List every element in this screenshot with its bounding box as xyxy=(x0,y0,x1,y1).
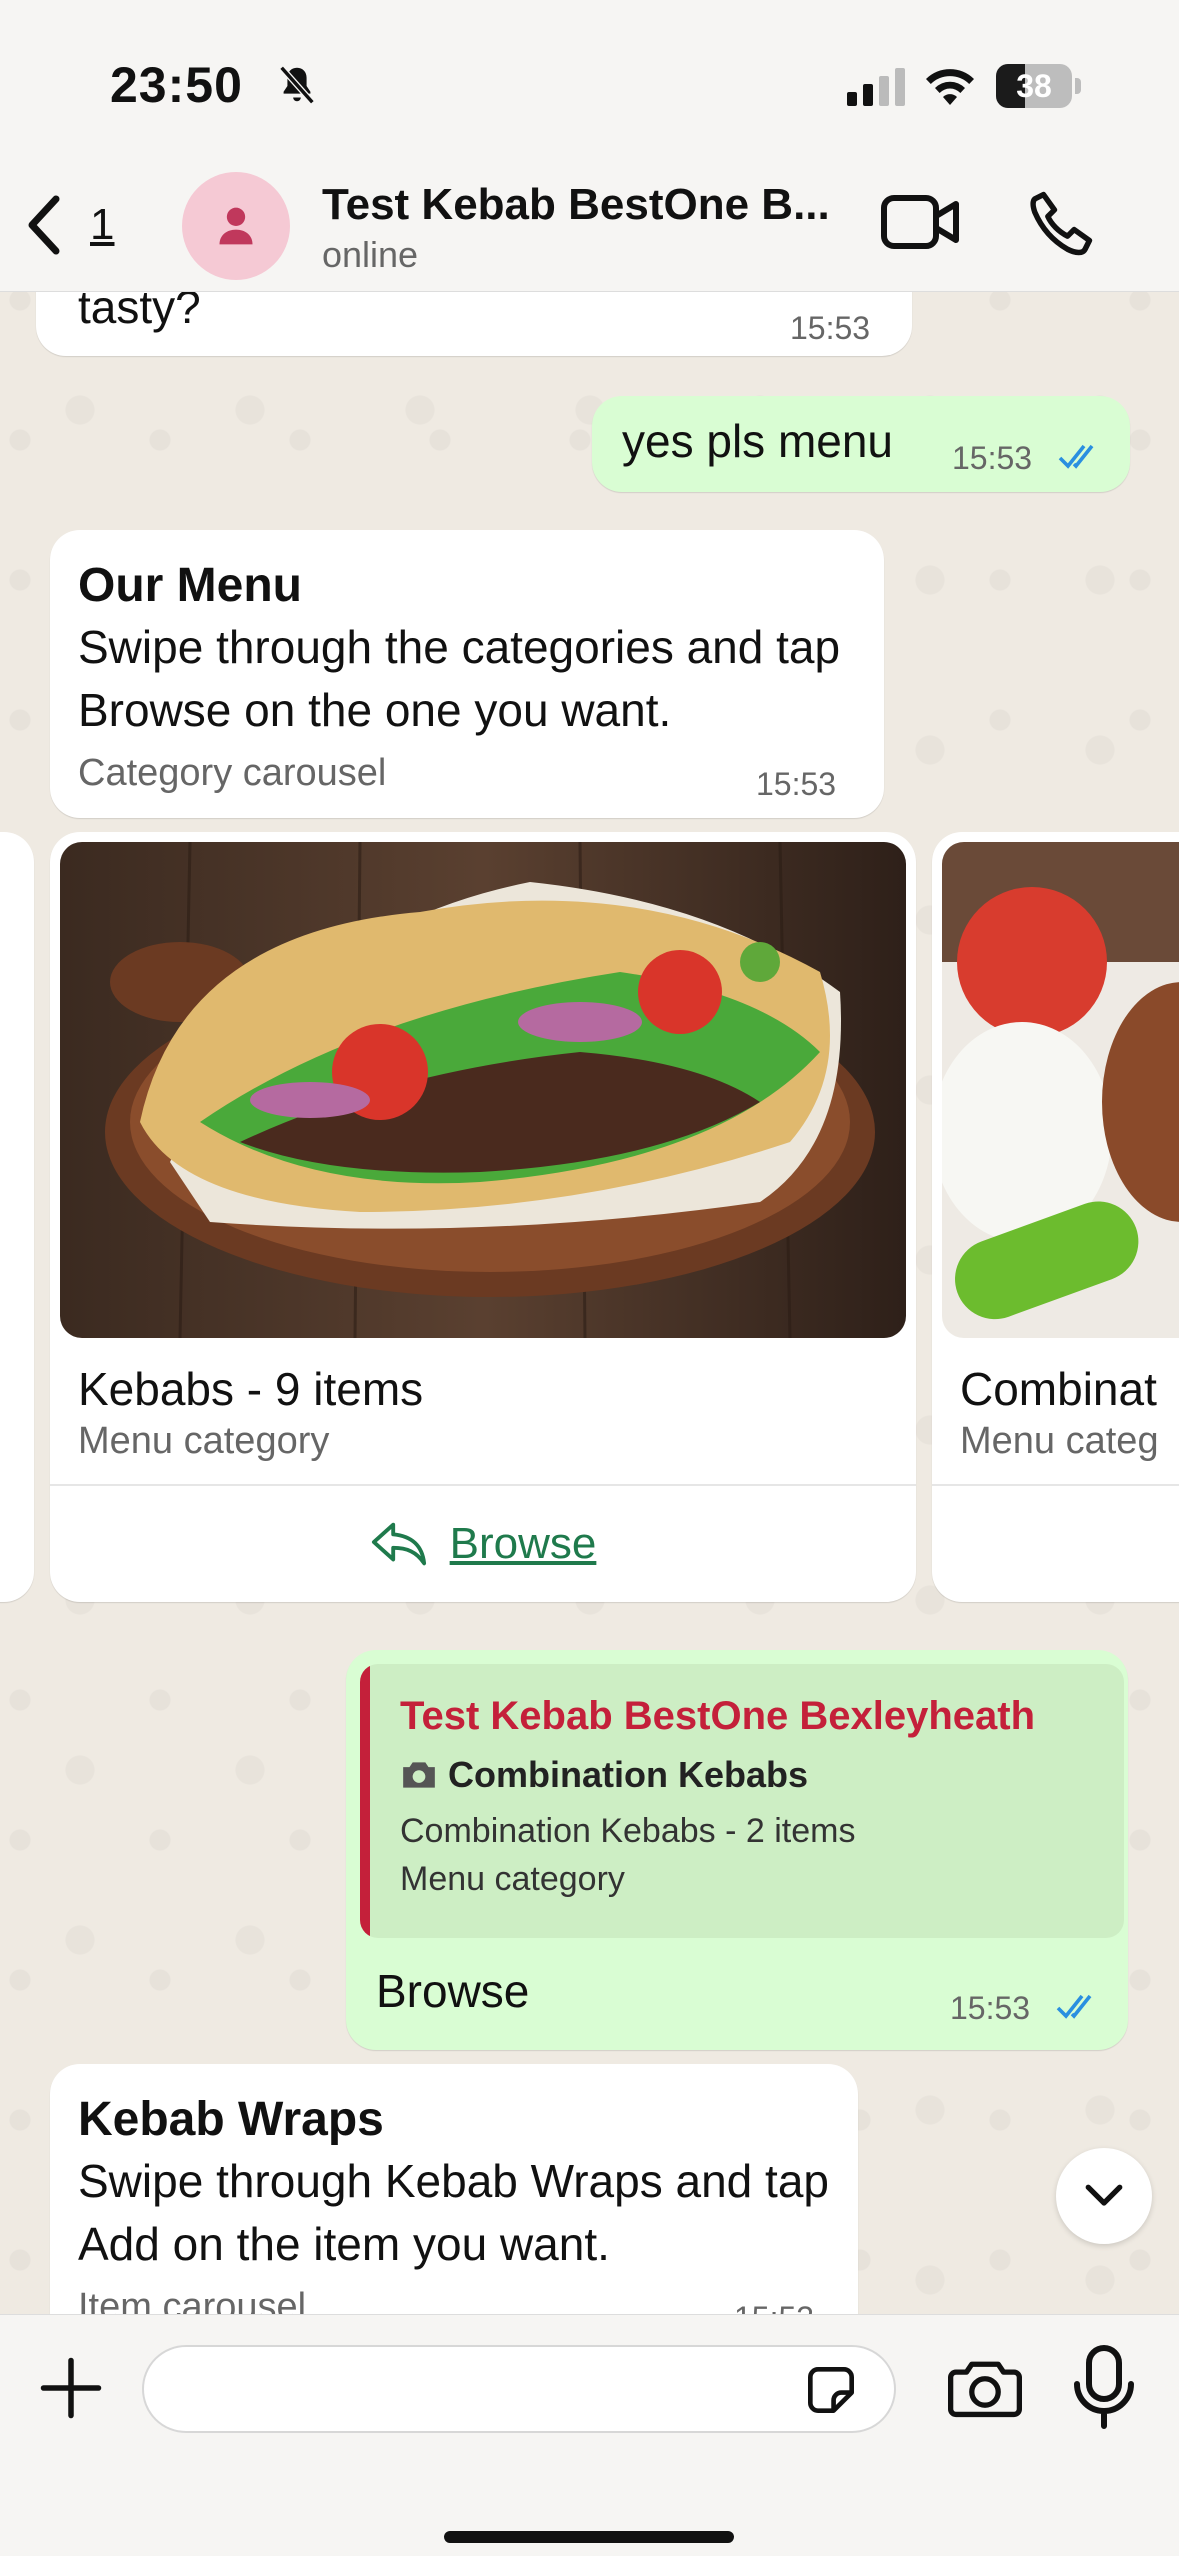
voice-call-icon[interactable] xyxy=(1026,188,1096,258)
chat-screen: 23:50 38 1 Test Kebab BestOne B... onlin… xyxy=(0,0,1179,2556)
message-title: Our Menu xyxy=(78,559,302,612)
contact-name[interactable]: Test Kebab BestOne B... xyxy=(322,180,842,230)
quote-accent-bar xyxy=(360,1664,370,1938)
back-button[interactable]: 1 xyxy=(24,190,134,260)
microphone-icon[interactable] xyxy=(1074,2345,1134,2429)
composer-bar xyxy=(0,2314,1179,2556)
message-time: 15:53 xyxy=(734,2300,814,2314)
card-subtitle: Menu categ xyxy=(960,1420,1159,1462)
combination-kebab-image xyxy=(942,842,1179,1338)
message-time: 15:53 xyxy=(950,1990,1031,2026)
message-time: 15:53 xyxy=(790,310,871,346)
chevron-down-icon xyxy=(1085,2184,1123,2206)
message-text: Browse xyxy=(376,1965,530,2017)
carousel-card[interactable]: Kebabs - 9 items Menu category Browse xyxy=(50,832,916,1602)
browse-label: Browse xyxy=(449,1519,597,1568)
battery-indicator: 38 xyxy=(996,64,1072,108)
quote-line: Menu category xyxy=(400,1860,625,1898)
quote-title-row: Combination Kebabs xyxy=(400,1754,808,1796)
outgoing-reply-message[interactable]: Test Kebab BestOne Bexleyheath Combinati… xyxy=(346,1650,1128,2050)
contact-avatar[interactable] xyxy=(182,172,290,280)
message-footer: Category carousel xyxy=(78,752,387,794)
carousel-card-next[interactable]: Combinat Menu categ xyxy=(932,832,1179,1602)
incoming-message[interactable]: tasty? 15:53 xyxy=(36,292,912,356)
read-receipt-icon xyxy=(1056,1994,1092,2019)
person-icon xyxy=(219,207,253,245)
chat-header: 23:50 38 1 Test Kebab BestOne B... onlin… xyxy=(0,0,1179,292)
message-body: Swipe through Kebab Wraps and tap Add on… xyxy=(78,2155,829,2270)
home-indicator xyxy=(444,2531,734,2543)
unread-count: 1 xyxy=(90,200,115,249)
kebab-wrap-image xyxy=(60,842,906,1338)
plus-icon[interactable] xyxy=(38,2355,104,2421)
carousel-card-previous[interactable] xyxy=(0,832,34,1602)
quote-title: Combination Kebabs xyxy=(448,1754,809,1795)
bell-off-icon xyxy=(279,65,315,105)
camera-icon xyxy=(403,1762,435,1788)
battery-level: 38 xyxy=(1016,68,1052,104)
contact-status: online xyxy=(322,234,419,275)
outgoing-message[interactable]: yes pls menu 15:53 xyxy=(592,396,1130,492)
video-call-icon[interactable] xyxy=(880,190,962,254)
card-subtitle: Menu category xyxy=(78,1420,330,1462)
message-footer: Item carousel xyxy=(78,2286,307,2314)
sticker-icon[interactable] xyxy=(800,2359,862,2421)
message-text: yes pls menu xyxy=(622,415,894,467)
battery-tip xyxy=(1075,78,1081,94)
incoming-message-menu[interactable]: Our Menu Swipe through the categories an… xyxy=(50,530,884,818)
wifi-icon xyxy=(926,69,974,105)
camera-icon[interactable] xyxy=(948,2355,1022,2421)
quoted-message[interactable]: Test Kebab BestOne Bexleyheath Combinati… xyxy=(360,1664,1124,1938)
reply-arrow-icon xyxy=(371,1522,426,1566)
message-list[interactable]: tasty? 15:53 yes pls menu 15:53 Our Menu… xyxy=(0,292,1179,2314)
card-title: Kebabs - 9 items xyxy=(78,1363,424,1415)
cellular-signal-icon xyxy=(847,68,905,106)
message-input[interactable] xyxy=(142,2345,896,2433)
message-text: tasty? xyxy=(78,292,201,333)
chevron-left-icon xyxy=(28,195,60,255)
browse-button[interactable]: Browse xyxy=(50,1486,916,1602)
read-receipt-icon xyxy=(1058,444,1094,469)
scroll-to-bottom-button[interactable] xyxy=(1056,2148,1152,2244)
status-time: 23:50 xyxy=(110,57,243,113)
card-divider xyxy=(932,1484,1179,1486)
quote-line: Combination Kebabs - 2 items xyxy=(400,1812,856,1850)
message-time: 15:53 xyxy=(952,440,1033,476)
incoming-message-wraps[interactable]: Kebab Wraps Swipe through Kebab Wraps an… xyxy=(50,2064,858,2314)
message-body: Swipe through the categories and tap Bro… xyxy=(78,621,841,736)
quote-sender: Test Kebab BestOne Bexleyheath xyxy=(400,1694,1036,1738)
message-time: 15:53 xyxy=(756,766,837,802)
message-title: Kebab Wraps xyxy=(78,2093,384,2146)
card-title: Combinat xyxy=(960,1363,1157,1415)
